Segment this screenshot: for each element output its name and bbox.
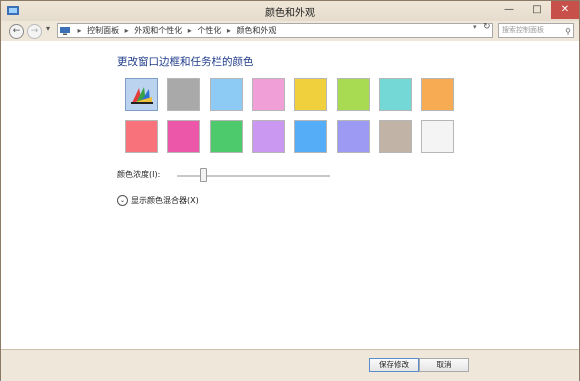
address-dropdown-icon[interactable]: ▾ <box>473 23 477 31</box>
navigation-bar: ← → ▾ ▸ 控制面板 ▸ 外观和个性化 ▸ 个性化 ▸ 颜色和外观 ▾ ↻ … <box>1 21 579 41</box>
computer-icon <box>60 26 70 35</box>
recent-pages-dropdown-icon[interactable]: ▾ <box>46 24 50 33</box>
search-icon[interactable]: ⚲ <box>565 25 571 38</box>
color-appearance-window: 颜色和外观 — □ ✕ ← → ▾ ▸ 控制面板 ▸ 外观和个性化 ▸ 个性化 … <box>0 0 580 381</box>
breadcrumb-separator-icon: ▸ <box>187 26 192 35</box>
breadcrumb-control-panel[interactable]: 控制面板 <box>87 26 119 35</box>
page-heading: 更改窗口边框和任务栏的颜色 <box>117 56 254 68</box>
show-color-mixer-label: 显示颜色混合器(X) <box>131 196 199 205</box>
breadcrumb-color-appearance[interactable]: 颜色和外观 <box>236 26 276 35</box>
color-intensity-label: 颜色浓度(I): <box>117 170 161 179</box>
show-color-mixer-toggle[interactable]: ⌄ 显示颜色混合器(X) <box>117 195 199 206</box>
color-swatch-violet[interactable] <box>251 120 285 153</box>
color-swatch-magenta[interactable] <box>167 120 201 153</box>
color-swatch-periwinkle[interactable] <box>336 120 370 153</box>
cancel-button[interactable]: 取消 <box>419 358 469 372</box>
color-swatch-pink[interactable] <box>251 78 285 111</box>
color-swatch-blue[interactable] <box>294 120 328 153</box>
color-swatch-taupe[interactable] <box>378 120 412 153</box>
color-swatch-teal[interactable] <box>378 78 412 111</box>
color-swatch-lime[interactable] <box>336 78 370 111</box>
breadcrumb-personalization[interactable]: 个性化 <box>197 26 221 35</box>
maximize-button[interactable]: □ <box>523 1 551 19</box>
refresh-icon[interactable]: ↻ <box>483 22 491 32</box>
back-arrow-icon[interactable]: ← <box>9 24 24 39</box>
title-bar[interactable]: 颜色和外观 — □ ✕ <box>1 1 579 21</box>
search-placeholder: 搜索控制面板 <box>502 26 544 34</box>
breadcrumb-separator-icon: ▸ <box>77 26 82 35</box>
breadcrumb-separator-icon: ▸ <box>226 26 231 35</box>
color-swatch-gray[interactable] <box>167 78 201 111</box>
chevron-down-icon: ⌄ <box>117 195 128 206</box>
color-swatch-white[interactable] <box>421 120 455 153</box>
address-bar[interactable]: ▸ 控制面板 ▸ 外观和个性化 ▸ 个性化 ▸ 颜色和外观 <box>57 23 493 38</box>
close-button[interactable]: ✕ <box>551 1 579 19</box>
color-intensity-slider-thumb[interactable] <box>199 168 207 182</box>
footer-bar: 保存修改 取消 <box>1 349 579 381</box>
color-swatch-auto[interactable] <box>125 78 158 111</box>
save-changes-button[interactable]: 保存修改 <box>369 358 419 372</box>
color-swatch-green[interactable] <box>209 120 243 153</box>
minimize-button[interactable]: — <box>495 1 523 19</box>
color-swatch-red[interactable] <box>125 120 158 153</box>
search-input[interactable]: 搜索控制面板 ⚲ <box>498 23 574 38</box>
forward-arrow-icon[interactable]: → <box>27 24 42 39</box>
color-swatch-yellow[interactable] <box>294 78 328 111</box>
color-swatch-orange[interactable] <box>421 78 455 111</box>
breadcrumb-appearance-personalization[interactable]: 外观和个性化 <box>134 26 182 35</box>
color-swatch-sky[interactable] <box>209 78 243 111</box>
breadcrumb-separator-icon: ▸ <box>124 26 129 35</box>
window-title: 颜色和外观 <box>265 8 315 19</box>
main-content: 更改窗口边框和任务栏的颜色 颜色浓度(I): ⌄ 显示颜色混合器(X) <box>1 41 579 349</box>
color-palette-icon <box>131 87 153 104</box>
